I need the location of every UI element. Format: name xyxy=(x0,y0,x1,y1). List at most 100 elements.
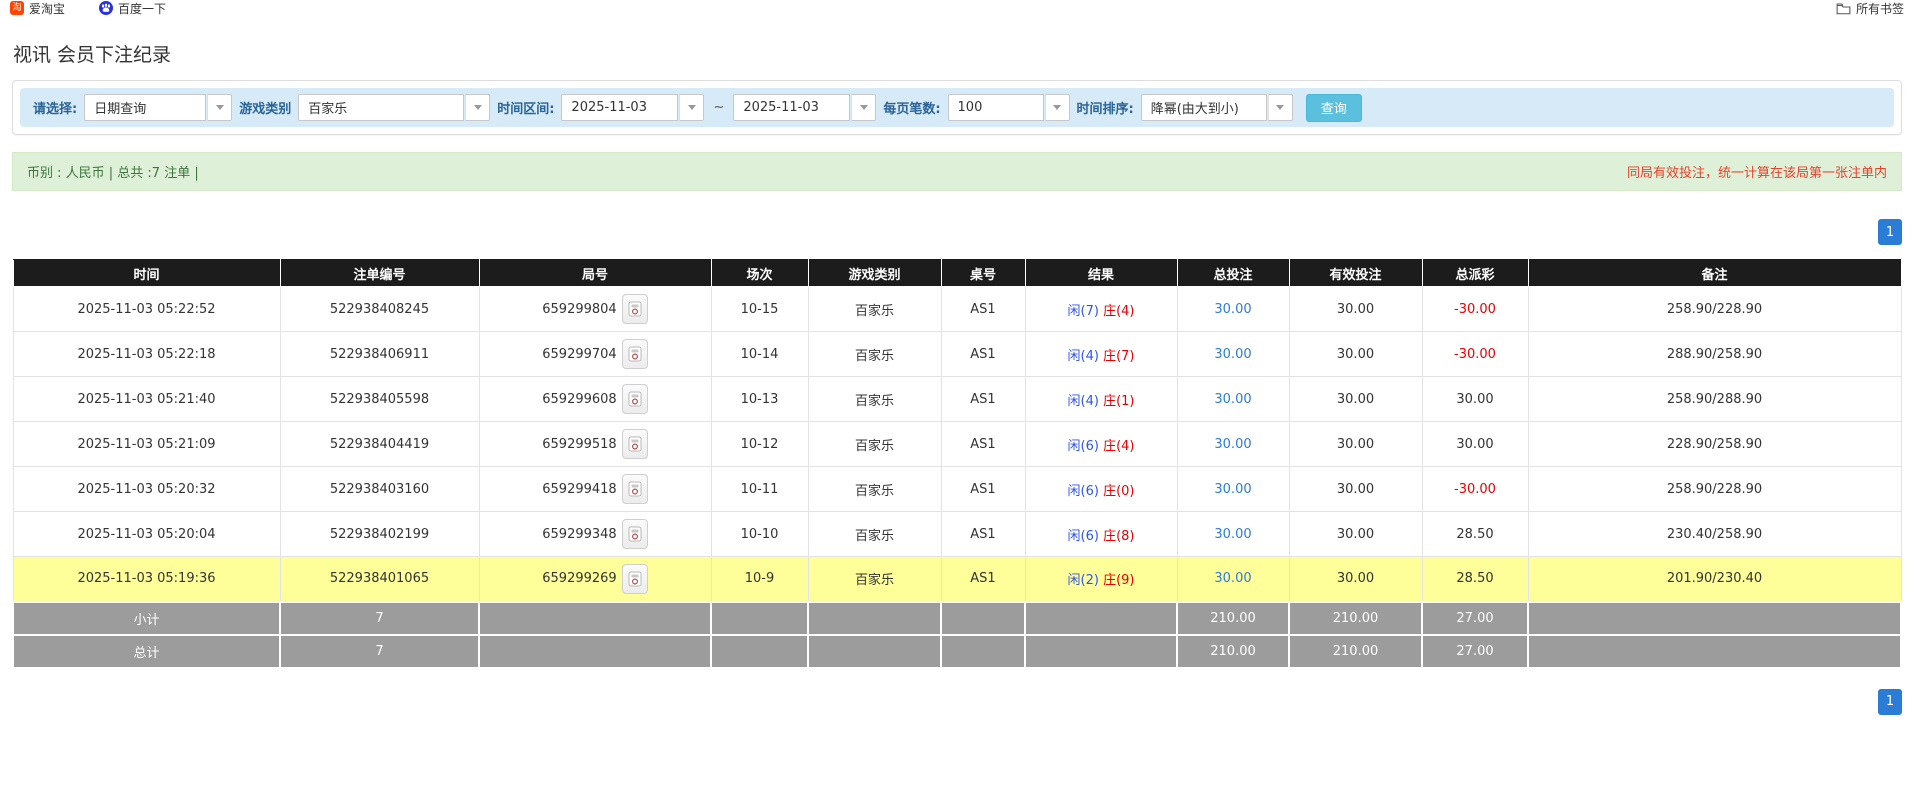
round-id-text: 659299269 xyxy=(542,571,617,587)
cell-game-type: 百家乐 xyxy=(807,466,942,512)
cell-note: 258.90/288.90 xyxy=(1527,376,1902,422)
cell-valid-bet: 30.00 xyxy=(1288,421,1423,467)
chevron-down-icon[interactable] xyxy=(851,94,877,121)
cell-total-bet[interactable]: 30.00 xyxy=(1176,511,1290,557)
valid-bet-note: 同局有效投注，统一计算在该局第一张注单内 xyxy=(1626,166,1887,181)
result-banker: 庄(4) xyxy=(1103,303,1135,319)
query-type-select[interactable]: 日期查询 xyxy=(84,94,233,121)
total-row-cell-4 xyxy=(807,633,942,669)
result-player: 闲(4) xyxy=(1067,348,1099,364)
cell-session: 10-9 xyxy=(710,556,809,602)
round-video-icon[interactable] xyxy=(621,339,648,369)
total-row-cell-8: 210.00 xyxy=(1288,633,1423,669)
subtotal-row-cell-1: 7 xyxy=(279,600,480,636)
cell-total-bet[interactable]: 30.00 xyxy=(1176,331,1290,377)
query-type-value: 日期查询 xyxy=(84,94,207,121)
table-body: 2025-11-03 05:22:52 522938408245 659299804… xyxy=(12,286,1902,669)
pagination-page-1-top[interactable]: 1 xyxy=(1878,219,1902,245)
chevron-down-icon[interactable] xyxy=(465,94,491,121)
cell-payout: 30.00 xyxy=(1421,376,1529,422)
cell-time: 2025-11-03 05:21:40 xyxy=(12,376,281,422)
game-type-label: 游戏类别 xyxy=(239,102,292,117)
cell-session: 10-14 xyxy=(710,331,809,377)
cell-round-id: 659299804 xyxy=(478,286,712,332)
page-size-select[interactable]: 100 xyxy=(947,94,1070,121)
chevron-down-icon[interactable] xyxy=(679,94,705,121)
date-from-picker[interactable]: 2025-11-03 xyxy=(561,94,705,121)
column-header: 局号 xyxy=(478,259,712,287)
query-type-label: 请选择: xyxy=(33,102,78,117)
chevron-down-icon[interactable] xyxy=(1267,94,1293,121)
total-bet-link[interactable]: 30.00 xyxy=(1214,347,1251,362)
subtotal-row-cell-10 xyxy=(1527,600,1902,636)
result-player: 闲(2) xyxy=(1067,573,1099,589)
subtotal-row-cell-4 xyxy=(807,600,942,636)
cell-note: 258.90/228.90 xyxy=(1527,286,1902,332)
total-row-cell-1: 7 xyxy=(279,633,480,669)
cell-result: 闲(2) 庄(9) xyxy=(1024,556,1178,602)
column-header: 时间 xyxy=(12,259,281,287)
result-banker: 庄(1) xyxy=(1103,393,1135,409)
table-row: 2025-11-03 05:21:40 522938405598 659299608… xyxy=(12,376,1902,422)
result-banker: 庄(4) xyxy=(1103,438,1135,454)
cell-result: 闲(6) 庄(0) xyxy=(1024,466,1178,512)
bookmark-baidu[interactable]: 百度一下 xyxy=(99,0,166,16)
cell-total-bet[interactable]: 30.00 xyxy=(1176,376,1290,422)
total-bet-link[interactable]: 30.00 xyxy=(1214,302,1251,317)
column-header: 场次 xyxy=(710,259,809,287)
round-video-icon[interactable] xyxy=(621,519,648,549)
cell-note: 228.90/258.90 xyxy=(1527,421,1902,467)
total-row-cell-2 xyxy=(478,633,712,669)
cell-total-bet[interactable]: 30.00 xyxy=(1176,421,1290,467)
folder-icon xyxy=(1836,2,1851,15)
cell-result: 闲(7) 庄(4) xyxy=(1024,286,1178,332)
round-video-icon[interactable] xyxy=(621,563,648,594)
date-to-picker[interactable]: 2025-11-03 xyxy=(733,94,877,121)
cell-round-id: 659299269 xyxy=(478,556,712,602)
cell-payout: -30.00 xyxy=(1421,331,1529,377)
subtotal-row: 小计 7 210.00 210.00 27.00 xyxy=(12,600,1902,636)
cell-session: 10-11 xyxy=(710,466,809,512)
taobao-icon: 淘 xyxy=(10,1,24,15)
cell-bet-id: 522938403160 xyxy=(279,466,480,512)
cell-time: 2025-11-03 05:21:09 xyxy=(12,421,281,467)
result-player: 闲(6) xyxy=(1067,483,1099,499)
total-bet-link[interactable]: 30.00 xyxy=(1214,482,1251,497)
column-header: 有效投注 xyxy=(1288,259,1423,287)
bookmark-aitaobao[interactable]: 淘 爱淘宝 xyxy=(10,0,65,16)
page-size-label: 每页笔数: xyxy=(883,102,941,117)
cell-round-id: 659299704 xyxy=(478,331,712,377)
cell-payout: -30.00 xyxy=(1421,466,1529,512)
round-video-icon[interactable] xyxy=(621,429,648,459)
cell-game-type: 百家乐 xyxy=(807,376,942,422)
cell-total-bet[interactable]: 30.00 xyxy=(1176,286,1290,332)
total-bet-link[interactable]: 30.00 xyxy=(1214,527,1251,542)
all-bookmarks-button[interactable]: 所有书签 xyxy=(1836,0,1904,16)
round-video-icon[interactable] xyxy=(621,474,648,504)
game-type-select[interactable]: 百家乐 xyxy=(298,94,491,121)
chevron-down-icon[interactable] xyxy=(1044,94,1070,121)
cell-bet-id: 522938404419 xyxy=(279,421,480,467)
table-row: 2025-11-03 05:21:09 522938404419 659299518… xyxy=(12,421,1902,467)
page-size-value: 100 xyxy=(947,94,1044,121)
total-row: 总计 7 210.00 210.00 27.00 xyxy=(12,633,1902,669)
total-bet-link[interactable]: 30.00 xyxy=(1214,571,1251,586)
sort-order-select[interactable]: 降幂(由大到小) xyxy=(1140,94,1293,121)
betting-records-table: 时间 注单编号 局号 场次 游戏类别 桌号 结果 总投注 有效投注 总派彩 备注 2025-11-0… xyxy=(12,259,1902,669)
cell-result: 闲(4) 庄(7) xyxy=(1024,331,1178,377)
cell-valid-bet: 30.00 xyxy=(1288,331,1423,377)
cell-total-bet[interactable]: 30.00 xyxy=(1176,556,1290,602)
pagination-page-1-bottom[interactable]: 1 xyxy=(1878,688,1902,715)
column-header: 总投注 xyxy=(1176,259,1290,287)
round-video-icon[interactable] xyxy=(621,384,648,414)
cell-total-bet[interactable]: 30.00 xyxy=(1176,466,1290,512)
result-player: 闲(6) xyxy=(1067,528,1099,544)
round-video-icon[interactable] xyxy=(621,294,648,324)
cell-session: 10-10 xyxy=(710,511,809,557)
search-button[interactable]: 查询 xyxy=(1305,93,1362,122)
total-bet-link[interactable]: 30.00 xyxy=(1214,392,1251,407)
subtotal-row-cell-8: 210.00 xyxy=(1288,600,1423,636)
chevron-down-icon[interactable] xyxy=(207,94,233,121)
cell-session: 10-12 xyxy=(710,421,809,467)
total-bet-link[interactable]: 30.00 xyxy=(1214,437,1251,452)
